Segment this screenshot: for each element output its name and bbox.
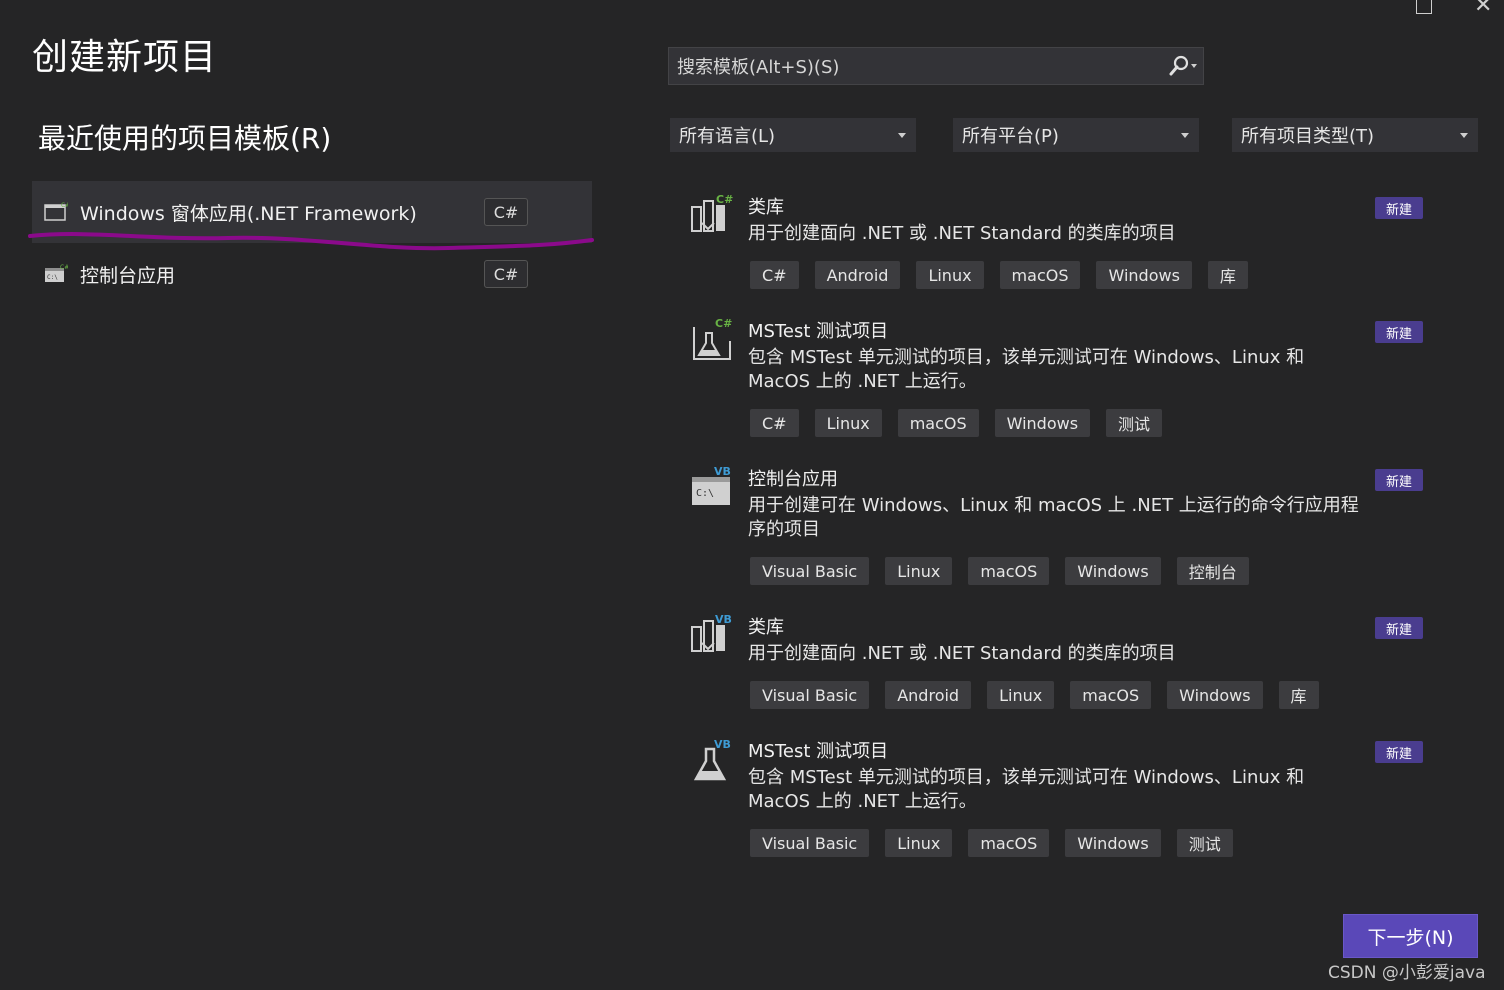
recent-item-winforms[interactable]: C# Windows 窗体应用(.NET Framework) C# — [32, 181, 592, 243]
svg-text:C#: C# — [716, 193, 733, 206]
template-description: 包含 MSTest 单元测试的项目，该单元测试可在 Windows、Linux … — [748, 767, 1305, 812]
template-description: 用于创建面向 .NET 或 .NET Standard 的类库的项目 — [748, 643, 1176, 664]
tag: Windows — [1065, 557, 1161, 585]
create-new-project-window: ✕ 创建新项目 最近使用的项目模板(R) C# Windows 窗体应用(.NE… — [0, 0, 1504, 990]
svg-text:C#: C# — [61, 202, 68, 209]
svg-text:C:\: C:\ — [696, 488, 714, 499]
tag: Linux — [885, 829, 953, 857]
template-item[interactable]: C# MSTest 测试项目 包含 MSTest 单元测试的项目，该单元测试可在… — [688, 317, 1428, 441]
template-description: 用于创建面向 .NET 或 .NET Standard 的类库的项目 — [748, 223, 1176, 244]
mstest-vb-icon: VB — [693, 738, 731, 781]
tag: Android — [885, 681, 972, 709]
recent-templates-heading: 最近使用的项目模板(R) — [38, 122, 332, 155]
new-badge: 新建 — [1375, 469, 1423, 491]
tag: Windows — [1167, 681, 1263, 709]
watermark-text: CSDN @小彭爱java — [1328, 963, 1486, 983]
template-name: MSTest 测试项目 — [748, 741, 889, 762]
tag: macOS — [968, 829, 1050, 857]
console-app-icon: C:\ C# — [45, 264, 68, 282]
chevron-down-icon — [1460, 132, 1468, 138]
svg-text:VB: VB — [714, 738, 731, 751]
svg-text:VB: VB — [715, 613, 732, 626]
tag: 测试 — [1106, 409, 1163, 437]
svg-text:VB: VB — [714, 465, 731, 478]
tag: macOS — [1070, 681, 1152, 709]
tag: Linux — [885, 557, 953, 585]
svg-text:C:\: C:\ — [47, 274, 58, 281]
template-tags: Visual Basic Android Linux macOS Windows… — [750, 681, 1319, 709]
chevron-down-icon — [898, 132, 906, 138]
template-name: MSTest 测试项目 — [748, 321, 889, 342]
template-tags: Visual Basic Linux macOS Windows 控制台 — [750, 557, 1249, 585]
language-filter-dropdown[interactable]: 所有语言(L) — [670, 118, 916, 152]
template-tags: Visual Basic Linux macOS Windows 测试 — [750, 829, 1233, 857]
template-name: 控制台应用 — [748, 469, 838, 490]
search-placeholder: 搜索模板(Alt+S)(S) — [677, 57, 840, 78]
tag: macOS — [999, 261, 1081, 289]
tag: Android — [814, 261, 901, 289]
recent-item-label: 控制台应用 — [80, 264, 176, 287]
project-type-filter-dropdown[interactable]: 所有项目类型(T) — [1232, 118, 1478, 152]
new-badge: 新建 — [1375, 741, 1423, 763]
recent-templates-list: C# Windows 窗体应用(.NET Framework) C# C:\ C… — [32, 181, 592, 305]
close-icon[interactable]: ✕ — [1474, 0, 1492, 17]
svg-text:C#: C# — [60, 264, 68, 271]
tag: Visual Basic — [750, 829, 870, 857]
template-item[interactable]: C:\ VB 控制台应用 用于创建可在 Windows、Linux 和 macO… — [688, 465, 1428, 589]
next-button[interactable]: 下一步(N) — [1343, 914, 1478, 958]
template-tags: C# Android Linux macOS Windows 库 — [750, 261, 1248, 289]
page-title: 创建新项目 — [32, 37, 218, 78]
chevron-down-icon — [1181, 132, 1189, 138]
template-name: 类库 — [748, 197, 784, 218]
tag: 库 — [1207, 261, 1248, 289]
tag: C# — [750, 409, 799, 437]
template-item[interactable]: VB 类库 用于创建面向 .NET 或 .NET Standard 的类库的项目… — [688, 613, 1428, 713]
language-filter-label: 所有语言(L) — [679, 126, 776, 147]
tag: macOS — [897, 409, 979, 437]
svg-text:C#: C# — [715, 317, 732, 330]
new-badge: 新建 — [1375, 321, 1423, 343]
mstest-cs-icon: C# — [693, 317, 732, 360]
tag: Windows — [1096, 261, 1192, 289]
tag: 库 — [1278, 681, 1319, 709]
tag: 测试 — [1176, 829, 1233, 857]
platform-filter-label: 所有平台(P) — [962, 126, 1059, 147]
search-icon[interactable] — [1163, 48, 1203, 84]
class-library-cs-icon: C# — [691, 193, 733, 232]
tag: Linux — [987, 681, 1055, 709]
template-item[interactable]: C# 类库 用于创建面向 .NET 或 .NET Standard 的类库的项目… — [688, 193, 1428, 293]
tag: 控制台 — [1176, 557, 1249, 585]
template-name: 类库 — [748, 617, 784, 638]
console-vb-icon: C:\ VB — [692, 465, 731, 505]
search-templates-input[interactable]: 搜索模板(Alt+S)(S) — [668, 47, 1204, 85]
tag: Visual Basic — [750, 681, 870, 709]
platform-filter-dropdown[interactable]: 所有平台(P) — [953, 118, 1199, 152]
template-description: 用于创建可在 Windows、Linux 和 macOS 上 .NET 上运行的… — [748, 495, 1359, 540]
maximize-icon[interactable] — [1416, 0, 1432, 14]
recent-item-label: Windows 窗体应用(.NET Framework) — [80, 202, 417, 225]
tag: Windows — [1065, 829, 1161, 857]
project-type-filter-label: 所有项目类型(T) — [1241, 126, 1375, 147]
template-tags: C# Linux macOS Windows 测试 — [750, 409, 1163, 437]
tag: C# — [750, 261, 799, 289]
new-badge: 新建 — [1375, 617, 1423, 639]
template-description: 包含 MSTest 单元测试的项目，该单元测试可在 Windows、Linux … — [748, 347, 1305, 392]
tag: Windows — [994, 409, 1091, 437]
tag: Visual Basic — [750, 557, 870, 585]
tag: Linux — [916, 261, 984, 289]
tag: macOS — [968, 557, 1050, 585]
window-app-icon: C# — [44, 202, 68, 221]
tag: Linux — [814, 409, 882, 437]
language-badge: C# — [484, 198, 528, 226]
recent-item-console[interactable]: C:\ C# 控制台应用 C# — [32, 243, 592, 305]
template-item[interactable]: VB MSTest 测试项目 包含 MSTest 单元测试的项目，该单元测试可在… — [688, 737, 1428, 861]
new-badge: 新建 — [1375, 197, 1423, 219]
language-badge: C# — [484, 260, 528, 288]
class-library-vb-icon: VB — [691, 613, 732, 652]
